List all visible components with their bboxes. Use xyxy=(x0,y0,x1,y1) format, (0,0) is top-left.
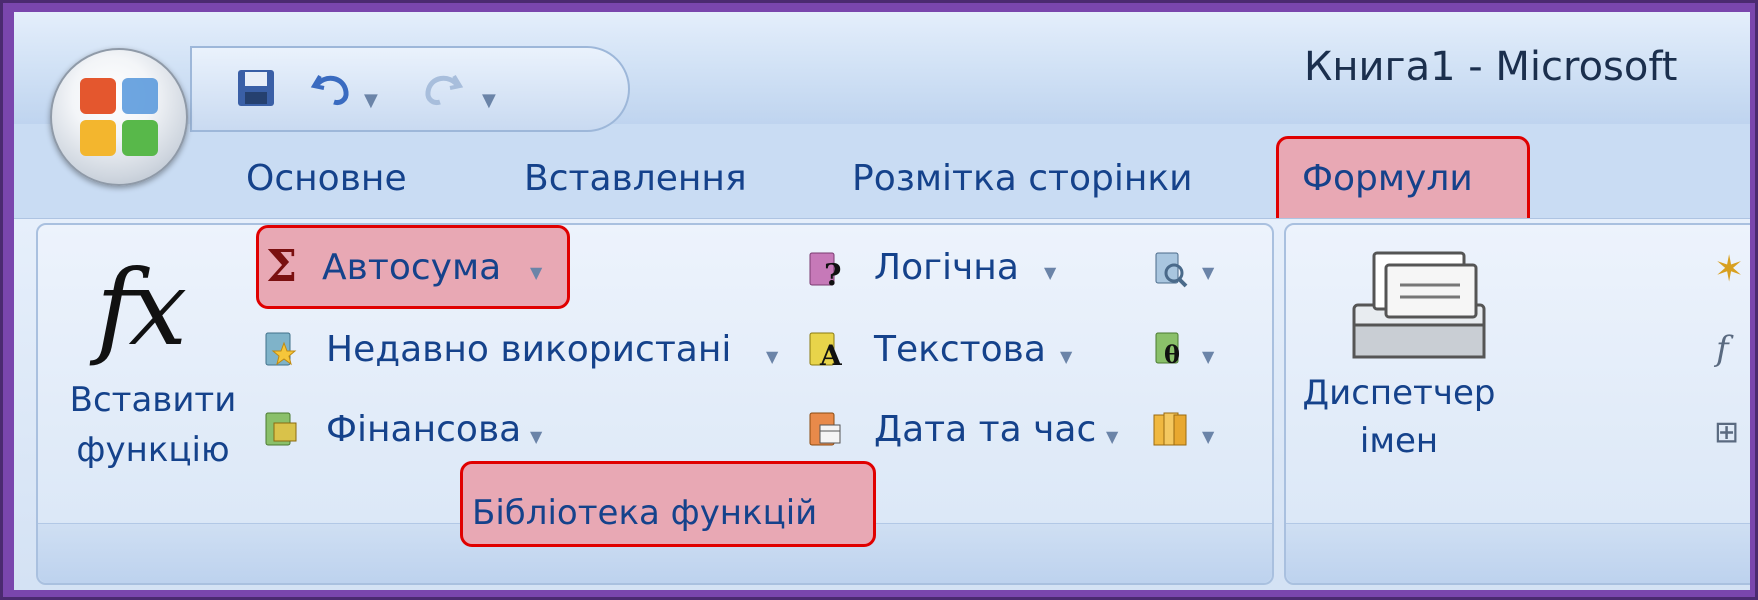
date-time-button[interactable]: Дата та час xyxy=(874,409,1096,450)
autosum-dropdown-icon[interactable]: ▼ xyxy=(530,263,542,282)
function-library-label: Бібліотека функцій xyxy=(472,493,818,533)
text-button[interactable]: Текстова xyxy=(874,329,1046,370)
svg-text:?: ? xyxy=(824,258,842,289)
quick-access-toolbar: ▼ ▼ xyxy=(190,46,630,132)
date-time-dropdown-icon[interactable]: ▼ xyxy=(1106,427,1118,446)
insert-function-button[interactable]: Вставити функцію xyxy=(58,375,248,475)
svg-text:θ: θ xyxy=(1164,340,1180,369)
money-book-icon[interactable] xyxy=(262,409,298,449)
autosum-button[interactable]: Автосума xyxy=(322,247,501,288)
lookup-reference-icon[interactable] xyxy=(1152,249,1188,289)
tab-formulas[interactable]: Формули xyxy=(1302,158,1473,199)
text-dropdown-icon[interactable]: ▼ xyxy=(1060,347,1072,366)
sigma-icon[interactable]: Σ xyxy=(266,241,297,292)
save-icon[interactable] xyxy=(236,68,276,108)
financial-dropdown-icon[interactable]: ▼ xyxy=(530,427,542,446)
tab-page-layout[interactable]: Розмітка сторінки xyxy=(852,158,1193,199)
define-name-icon[interactable]: ✶ xyxy=(1714,249,1744,290)
group-footer xyxy=(1286,523,1750,583)
tab-insert[interactable]: Вставлення xyxy=(524,158,747,199)
redo-dropdown-icon[interactable]: ▼ xyxy=(482,90,496,111)
undo-icon[interactable] xyxy=(310,68,354,108)
star-book-icon[interactable] xyxy=(262,329,298,369)
insert-function-label-line2: функцію xyxy=(76,430,230,470)
name-manager-label-line1: Диспетчер xyxy=(1302,373,1496,413)
office-button[interactable] xyxy=(50,48,188,186)
ribbon: fx Вставити функцію Σ Автосума ▼ Недавно… xyxy=(14,218,1750,590)
tab-home[interactable]: Основне xyxy=(246,158,407,199)
window-title: Книга1 - Microsoft xyxy=(1304,44,1678,90)
name-manager-button[interactable]: Диспетчер імен xyxy=(1292,369,1506,465)
office-logo-icon xyxy=(80,78,162,160)
use-in-formula-icon[interactable]: f xyxy=(1716,329,1729,369)
title-bar: ▼ ▼ ⇩ Книга1 - Microsoft xyxy=(14,12,1750,132)
lookup-dropdown-icon[interactable]: ▼ xyxy=(1202,263,1214,282)
more-functions-dropdown-icon[interactable]: ▼ xyxy=(1202,427,1214,446)
logical-dropdown-icon[interactable]: ▼ xyxy=(1044,263,1056,282)
card-file-icon[interactable] xyxy=(1344,245,1494,363)
insert-function-label-line1: Вставити xyxy=(69,380,237,420)
financial-button[interactable]: Фінансова xyxy=(326,409,521,450)
math-dropdown-icon[interactable]: ▼ xyxy=(1202,347,1214,366)
fx-icon[interactable]: fx xyxy=(96,247,187,369)
svg-text:A: A xyxy=(819,339,842,369)
undo-dropdown-icon[interactable]: ▼ xyxy=(364,90,378,111)
calendar-book-icon[interactable] xyxy=(806,409,842,449)
name-manager-label-line2: імен xyxy=(1359,421,1439,461)
more-functions-icon[interactable] xyxy=(1152,409,1188,449)
create-from-selection-icon[interactable]: ⊞ xyxy=(1714,415,1739,450)
ribbon-tab-strip: Основне Вставлення Розмітка сторінки Фор… xyxy=(14,124,1750,230)
redo-icon[interactable] xyxy=(420,68,464,108)
logical-button[interactable]: Логічна xyxy=(874,247,1019,288)
question-book-icon[interactable]: ? xyxy=(806,249,842,289)
text-book-icon[interactable]: A xyxy=(806,329,842,369)
recently-used-dropdown-icon[interactable]: ▼ xyxy=(766,347,778,366)
math-trig-icon[interactable]: θ xyxy=(1152,329,1188,369)
recently-used-button[interactable]: Недавно використані xyxy=(326,329,731,370)
excel-window: ▼ ▼ ⇩ Книга1 - Microsoft Основне Вставле… xyxy=(14,12,1750,590)
